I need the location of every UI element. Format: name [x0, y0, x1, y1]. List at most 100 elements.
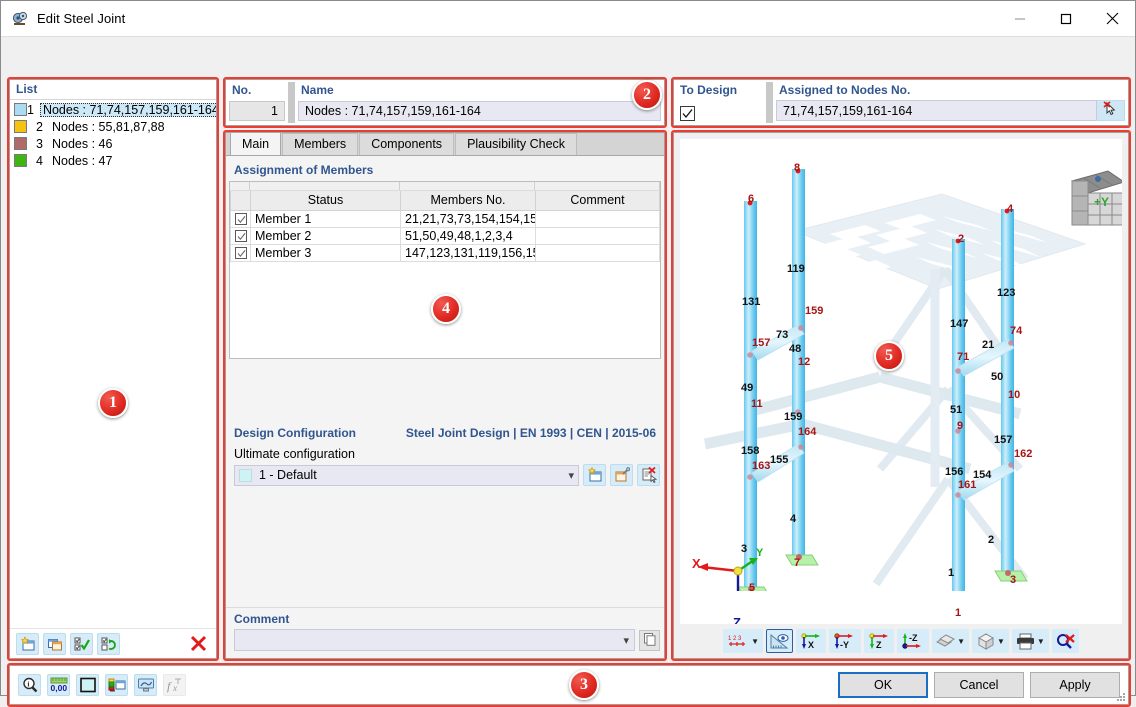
minimize-button[interactable]	[997, 1, 1043, 37]
cell-status[interactable]: Member 1	[250, 209, 401, 228]
cell-comment[interactable]	[535, 209, 660, 228]
edit-configuration-button[interactable]	[610, 464, 633, 486]
print-button[interactable]: ▼	[1011, 629, 1049, 653]
row-checkbox[interactable]	[235, 247, 247, 260]
assigned-nodes-value[interactable]: 71,74,157,159,161-164	[776, 100, 1097, 121]
new-configuration-button[interactable]	[583, 464, 606, 486]
list-item[interactable]: 3 Nodes : 46	[10, 135, 216, 152]
cell-members-no[interactable]: 51,50,49,48,1,2,3,4	[400, 226, 536, 245]
column-header-check[interactable]	[230, 191, 251, 211]
chevron-down-icon[interactable]: ▼	[1037, 637, 1045, 646]
units-000-icon: 0,00	[50, 677, 68, 693]
tab-plausibility-check[interactable]: Plausibility Check	[455, 133, 578, 155]
view-in-x-button[interactable]: X	[796, 629, 827, 653]
joint-list-panel: List 1 Nodes : 71,74,157,159,161-164 2 N…	[9, 79, 217, 659]
chevron-down-icon[interactable]: ▼	[997, 637, 1005, 646]
tab-main[interactable]: Main	[230, 132, 282, 155]
cancel-button[interactable]: Cancel	[934, 672, 1024, 698]
tab-members[interactable]: Members	[282, 133, 359, 155]
magnifier-info-icon: i	[22, 677, 38, 693]
cell-comment[interactable]	[535, 226, 660, 245]
display-properties-button[interactable]	[105, 674, 128, 696]
pick-nodes-cursor-icon	[1102, 101, 1119, 120]
row-checkbox-cell[interactable]	[230, 226, 251, 245]
render-view-button[interactable]	[766, 629, 794, 653]
ultimate-configuration-select[interactable]: 1 - Default ▾	[234, 464, 579, 486]
display-mode-button[interactable]: ▼	[932, 629, 969, 653]
column-header-members-no[interactable]: Members No.	[400, 191, 536, 211]
new-joint-button[interactable]	[16, 632, 39, 655]
design-configuration-value: Steel Joint Design | EN 1993 | CEN | 201…	[405, 426, 656, 440]
color-swatch	[14, 103, 27, 116]
refresh-check-icon	[101, 636, 117, 652]
close-button[interactable]	[1089, 1, 1135, 37]
node-number-label: 74	[1010, 325, 1023, 337]
column-splitter[interactable]	[766, 82, 773, 123]
member-number-label: 131	[742, 296, 761, 308]
view-in-z-button[interactable]: Z	[864, 629, 895, 653]
resize-grip[interactable]	[1114, 690, 1126, 702]
member-number-label: 73	[776, 329, 789, 341]
list-item[interactable]: 2 Nodes : 55,81,87,88	[10, 118, 216, 135]
formula-button[interactable]: f x	[163, 674, 186, 696]
column-resize-strip[interactable]	[230, 182, 660, 191]
title-bar: Edit Steel Joint	[1, 1, 1135, 37]
table-row[interactable]: Member 1 21,21,73,73,154,154,155...	[230, 209, 660, 228]
member-number-label: 3	[741, 543, 748, 555]
tab-components[interactable]: Components	[359, 133, 455, 155]
to-design-field: To Design	[674, 80, 766, 125]
column-header-comment[interactable]: Comment	[535, 191, 660, 211]
info-button[interactable]: i	[18, 674, 41, 696]
assigned-nodes-field: Assigned to Nodes No. 71,74,157,159,161-…	[773, 80, 1128, 125]
no-value[interactable]: 1	[229, 101, 285, 121]
model-3d-canvas[interactable]: +Y X Y Z 8 6 4 2 119 123 131 159 147 74 73 157 48 21 7…	[680, 139, 1122, 624]
node-number-label: 3	[1010, 574, 1017, 586]
copy-joint-button[interactable]	[43, 632, 66, 655]
name-value[interactable]: Nodes : 71,74,157,159,161-164	[298, 101, 661, 121]
color-button[interactable]	[76, 674, 99, 696]
table-row[interactable]: Member 2 51,50,49,48,1,2,3,4	[230, 226, 660, 245]
view-in-y-button[interactable]: -Y	[829, 629, 862, 653]
ok-button[interactable]: OK	[838, 672, 928, 698]
row-checkbox-cell[interactable]	[230, 243, 251, 262]
maximize-button[interactable]	[1043, 1, 1089, 37]
units-button[interactable]: 0,00	[47, 674, 70, 696]
edit-steel-joint-window: Edit Steel Joint List 1 Nodes : 71,74,15…	[0, 0, 1136, 707]
joint-detail-panel: Main Members Components Plausibility Che…	[225, 132, 665, 659]
list-item[interactable]: 4 Nodes : 47	[10, 152, 216, 169]
cell-status[interactable]: Member 3	[250, 243, 401, 262]
table-row[interactable]: Member 3 147,123,131,119,156,15...	[230, 243, 660, 262]
joint-list[interactable]: 1 Nodes : 71,74,157,159,161-164 2 Nodes …	[10, 100, 216, 628]
cell-members-no[interactable]: 21,21,73,73,154,154,155...	[400, 209, 536, 228]
to-design-checkbox[interactable]	[680, 105, 695, 121]
view-in-negative-z-button[interactable]: -Z	[897, 629, 930, 653]
column-header-status[interactable]: Status	[250, 191, 401, 211]
comment-copy-button[interactable]	[639, 629, 660, 651]
comment-input[interactable]: ▾	[234, 629, 635, 651]
row-checkbox-cell[interactable]	[230, 209, 251, 228]
apply-button[interactable]: Apply	[1030, 672, 1120, 698]
row-checkbox[interactable]	[235, 230, 247, 243]
list-item[interactable]: 1 Nodes : 71,74,157,159,161-164	[10, 101, 216, 118]
cell-members-no[interactable]: 147,123,131,119,156,15...	[400, 243, 536, 262]
window-controls	[997, 1, 1135, 37]
invert-selection-button[interactable]	[97, 632, 120, 655]
wireframe-button[interactable]: ▼	[972, 629, 1009, 653]
member-number-label: 123	[997, 287, 1016, 299]
member-number-label: 1	[948, 567, 955, 579]
delete-joint-button[interactable]	[187, 633, 210, 655]
chevron-down-icon[interactable]: ▼	[751, 637, 759, 646]
select-all-button[interactable]	[70, 632, 93, 655]
annotation-badge-1: 1	[98, 388, 128, 418]
list-item-label: Nodes : 71,74,157,159,161-164	[39, 102, 216, 117]
delete-configuration-button[interactable]	[637, 464, 660, 486]
cell-comment[interactable]	[535, 243, 660, 262]
graphic-button[interactable]	[134, 674, 157, 696]
numbering-button[interactable]: 1 2 3 ▼	[723, 629, 764, 653]
pick-nodes-button[interactable]	[1097, 100, 1125, 121]
row-checkbox[interactable]	[235, 213, 247, 226]
zoom-reset-button[interactable]	[1051, 629, 1079, 653]
chevron-down-icon[interactable]: ▼	[957, 637, 965, 646]
column-splitter[interactable]	[288, 82, 295, 123]
cell-status[interactable]: Member 2	[250, 226, 401, 245]
